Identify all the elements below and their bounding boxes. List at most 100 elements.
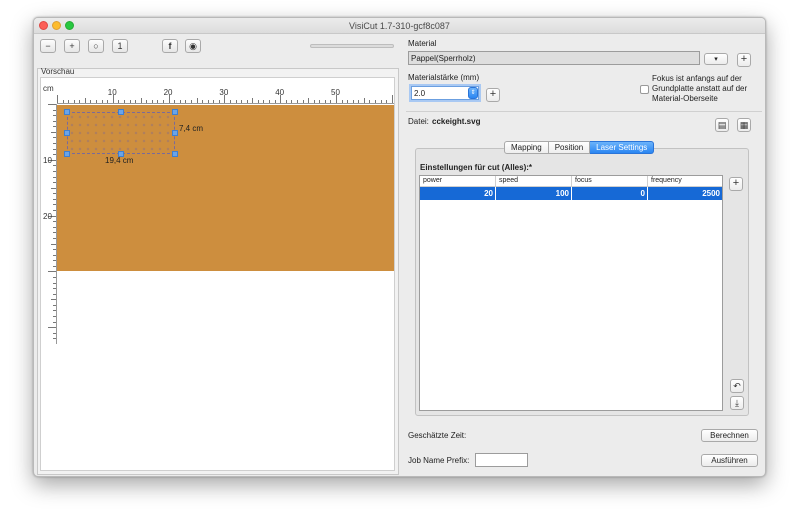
camera-icon[interactable]: ◉	[185, 39, 201, 53]
ruler-tick	[73, 100, 75, 103]
execute-button[interactable]: Ausführen	[701, 454, 758, 467]
tab-bar: Mapping Position Laser Settings	[504, 141, 655, 154]
close-window-button[interactable]	[39, 21, 48, 30]
job-prefix-label: Job Name Prefix:	[408, 456, 470, 465]
ruler-tick	[62, 100, 64, 103]
title-bar: VisiCut 1.7-310-gcf8c087	[34, 18, 765, 34]
material-field[interactable]: Pappel(Sperrholz)	[408, 51, 700, 65]
resize-handle[interactable]	[64, 151, 70, 157]
material-dropdown-button[interactable]: ▾	[704, 53, 728, 65]
ruler-tick	[135, 100, 137, 103]
ruler-tick	[68, 100, 70, 103]
ruler-tick	[174, 100, 176, 103]
ruler-tick	[123, 100, 125, 103]
add-material-button[interactable]: +	[737, 53, 751, 67]
focus-checkbox[interactable]	[640, 85, 649, 94]
ruler-tick	[369, 100, 371, 103]
ruler-unit-label: cm	[43, 84, 54, 93]
material-label: Material	[408, 39, 437, 48]
ruler-tick	[53, 265, 56, 267]
ruler-tick	[53, 198, 56, 200]
thickness-stepper[interactable]: ⇕	[468, 87, 478, 99]
ruler-tick	[252, 98, 254, 103]
focus-checkbox-label: Fokus ist anfangs auf der Grundplatte an…	[652, 74, 748, 103]
undo-icon[interactable]: ↶	[730, 379, 744, 393]
column-header-frequency[interactable]: frequency	[648, 176, 722, 186]
ruler-tick	[53, 193, 56, 195]
ruler-tick	[53, 126, 56, 128]
cell-power[interactable]: 20	[420, 187, 496, 200]
ruler-tick	[53, 316, 56, 318]
ruler-tick	[53, 249, 56, 251]
ruler-tick	[53, 109, 56, 111]
ruler-tick	[53, 154, 56, 156]
tab-laser-settings[interactable]: Laser Settings	[590, 141, 655, 154]
resize-handle[interactable]	[118, 109, 124, 115]
job-graphic[interactable]	[67, 112, 175, 154]
tab-position[interactable]: Position	[548, 141, 591, 154]
preview-canvas[interactable]: cm 10 20 30 40 50 10 20 7,4 cm 19,4 cm	[40, 77, 395, 471]
job-prefix-input[interactable]	[475, 453, 528, 467]
ruler-tick	[196, 98, 198, 103]
ruler-tick	[118, 100, 120, 103]
add-thickness-button[interactable]: +	[486, 88, 500, 102]
resize-handle[interactable]	[172, 151, 178, 157]
ruler-label: 20	[43, 211, 52, 221]
ruler-tick	[96, 100, 98, 103]
resize-handle[interactable]	[172, 130, 178, 136]
new-file-icon[interactable]: ▤	[715, 118, 729, 132]
ruler-label: 30	[219, 88, 229, 97]
ruler-tick	[391, 95, 393, 103]
zoom-reset-icon[interactable]: ○	[88, 39, 104, 53]
save-settings-icon[interactable]: ⤓	[730, 396, 744, 410]
ruler-tick	[53, 338, 56, 340]
ruler-tick	[302, 100, 304, 103]
ruler-tick	[53, 120, 56, 122]
ruler-tick	[53, 282, 56, 284]
laser-settings-heading: Einstellungen für cut (Alles):*	[420, 163, 533, 172]
zoom-out-icon[interactable]: −	[40, 39, 56, 53]
ruler-tick	[53, 165, 56, 167]
cell-speed[interactable]: 100	[496, 187, 572, 200]
ruler-tick	[296, 100, 298, 103]
resize-handle[interactable]	[64, 109, 70, 115]
cell-frequency[interactable]: 2500	[648, 187, 722, 200]
facebook-icon[interactable]: f	[162, 39, 178, 53]
column-header-power[interactable]: power	[420, 176, 496, 186]
ruler-tick	[53, 260, 56, 262]
resize-handle[interactable]	[64, 130, 70, 136]
ruler-tick	[213, 100, 215, 103]
estimated-time-label: Geschätzte Zeit:	[408, 431, 467, 440]
ruler-tick	[57, 95, 58, 103]
open-file-icon[interactable]: ▦	[737, 118, 751, 132]
ruler-tick	[53, 226, 56, 228]
table-row[interactable]: 20 100 0 2500	[420, 187, 722, 200]
ruler-tick	[207, 100, 209, 103]
cell-focus[interactable]: 0	[572, 187, 648, 200]
ruler-tick	[53, 304, 56, 306]
horizontal-ruler: 10 20 30 40 50	[57, 88, 394, 104]
ruler-label: 10	[107, 88, 117, 97]
zoom-window-button[interactable]	[65, 21, 74, 30]
ruler-tick	[291, 100, 293, 103]
add-setting-button[interactable]: +	[729, 177, 743, 191]
ruler-tick	[53, 204, 56, 206]
ruler-label: 10	[43, 155, 52, 165]
column-header-speed[interactable]: speed	[496, 176, 572, 186]
zoom-fit-icon[interactable]: 1	[112, 39, 128, 53]
laser-settings-table[interactable]: power speed focus frequency 20 100 0 250…	[419, 175, 723, 411]
zoom-in-icon[interactable]: +	[64, 39, 80, 53]
tab-mapping[interactable]: Mapping	[504, 141, 549, 154]
resize-handle[interactable]	[172, 109, 178, 115]
ruler-tick	[308, 98, 310, 103]
ruler-tick	[218, 100, 220, 103]
app-window: VisiCut 1.7-310-gcf8c087 − + ○ 1 f ◉ Vor…	[33, 17, 766, 477]
material-board[interactable]: 7,4 cm 19,4 cm	[57, 105, 394, 271]
minimize-window-button[interactable]	[52, 21, 61, 30]
compute-button[interactable]: Berechnen	[701, 429, 758, 442]
ruler-tick	[53, 232, 56, 234]
column-header-focus[interactable]: focus	[572, 176, 648, 186]
ruler-tick	[48, 104, 56, 105]
separator	[406, 111, 762, 112]
progress-slider[interactable]	[310, 44, 394, 48]
